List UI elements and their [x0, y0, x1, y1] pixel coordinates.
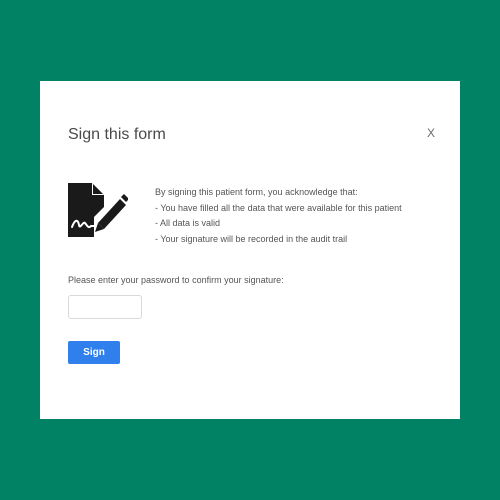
acknowledgement-intro: By signing this patient form, you acknow…: [155, 187, 358, 197]
dialog-title: Sign this form: [68, 126, 166, 143]
acknowledgement-item: - Your signature will be recorded in the…: [155, 233, 348, 244]
password-label: Please enter your password to confirm yo…: [68, 275, 284, 285]
document-signature-icon: [68, 183, 128, 237]
sign-form-dialog: Sign this form X By signing this patient…: [40, 81, 460, 419]
acknowledgement-text: By signing this patient form, you acknow…: [155, 185, 445, 247]
sign-button[interactable]: Sign: [68, 341, 120, 364]
acknowledgement-item: - You have filled all the data that were…: [155, 202, 402, 213]
acknowledgement-item: - All data is valid: [155, 218, 221, 228]
close-button[interactable]: X: [425, 126, 437, 140]
password-input[interactable]: [68, 295, 142, 319]
